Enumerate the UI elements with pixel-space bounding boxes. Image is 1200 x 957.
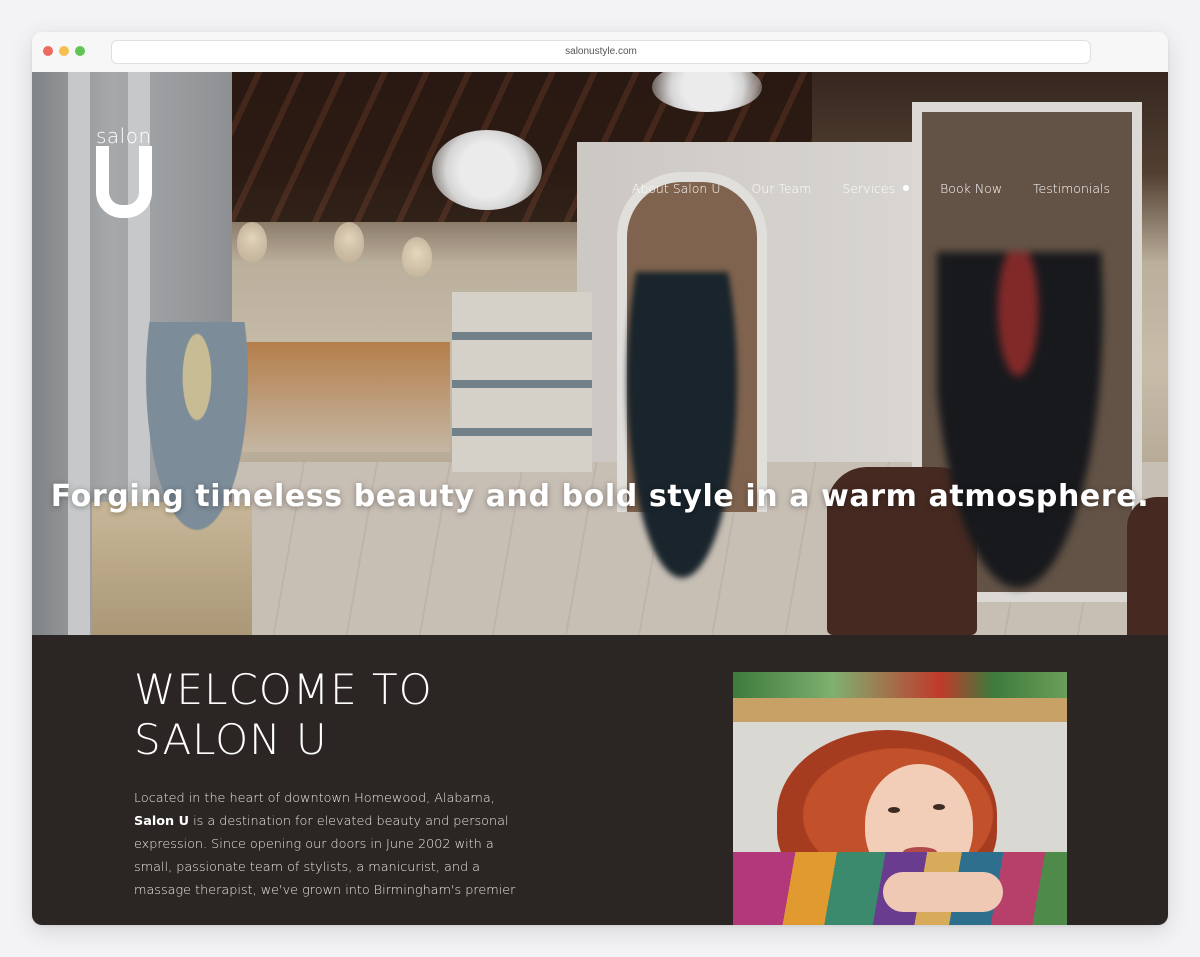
browser-chrome: salonustyle.com	[32, 32, 1168, 72]
portrait-eye	[933, 804, 945, 810]
hero-section: salon About Salon U Our Team Services Bo…	[32, 72, 1168, 635]
welcome-text-brand: Salon U	[134, 814, 189, 829]
logo-wordmark: salon	[96, 124, 152, 148]
main-navigation: About Salon U Our Team Services Book Now…	[632, 178, 1110, 198]
nav-about-salon-u[interactable]: About Salon U	[632, 181, 721, 196]
nav-team-label: Our Team	[751, 180, 812, 196]
portrait-plants	[733, 672, 1067, 698]
nav-testimonials[interactable]: Testimonials	[1033, 181, 1110, 196]
welcome-heading: WELCOME TO SALON U	[134, 665, 554, 765]
hero-tagline: Forging timeless beauty and bold style i…	[50, 479, 1150, 514]
maximize-window-button[interactable]	[75, 46, 85, 56]
nav-testimonials-label: Testimonials	[1033, 180, 1110, 196]
nav-about-label: About Salon U	[631, 180, 721, 196]
welcome-paragraph: Located in the heart of downtown Homewoo…	[134, 787, 519, 902]
nav-book-label: Book Now	[940, 180, 1003, 196]
salon-u-logo[interactable]: salon	[96, 124, 156, 234]
welcome-heading-line-2: SALON U	[134, 715, 328, 764]
address-bar[interactable]: salonustyle.com	[111, 40, 1091, 64]
welcome-heading-line-1: WELCOME TO	[134, 665, 433, 714]
portrait-hands	[883, 872, 1003, 912]
hero-overlay	[32, 72, 1168, 635]
welcome-section: WELCOME TO SALON U Located in the heart …	[32, 635, 1168, 925]
portrait-eye	[888, 807, 900, 813]
logo-u-mark	[96, 146, 152, 218]
nav-our-team[interactable]: Our Team	[751, 181, 811, 196]
dropdown-dot-icon	[903, 185, 910, 191]
minimize-window-button[interactable]	[59, 46, 69, 56]
welcome-text-body: is a destination for elevated beauty and…	[134, 814, 516, 898]
browser-window: salonustyle.com salon About Salon U Our …	[32, 32, 1168, 925]
welcome-text-intro: Located in the heart of downtown Homewoo…	[134, 791, 495, 806]
nav-book-now[interactable]: Book Now	[940, 181, 1002, 196]
owner-portrait	[733, 672, 1067, 925]
portrait-frame	[733, 698, 1067, 722]
close-window-button[interactable]	[43, 46, 53, 56]
nav-services-label: Services	[842, 180, 896, 196]
nav-services[interactable]: Services	[842, 180, 910, 196]
